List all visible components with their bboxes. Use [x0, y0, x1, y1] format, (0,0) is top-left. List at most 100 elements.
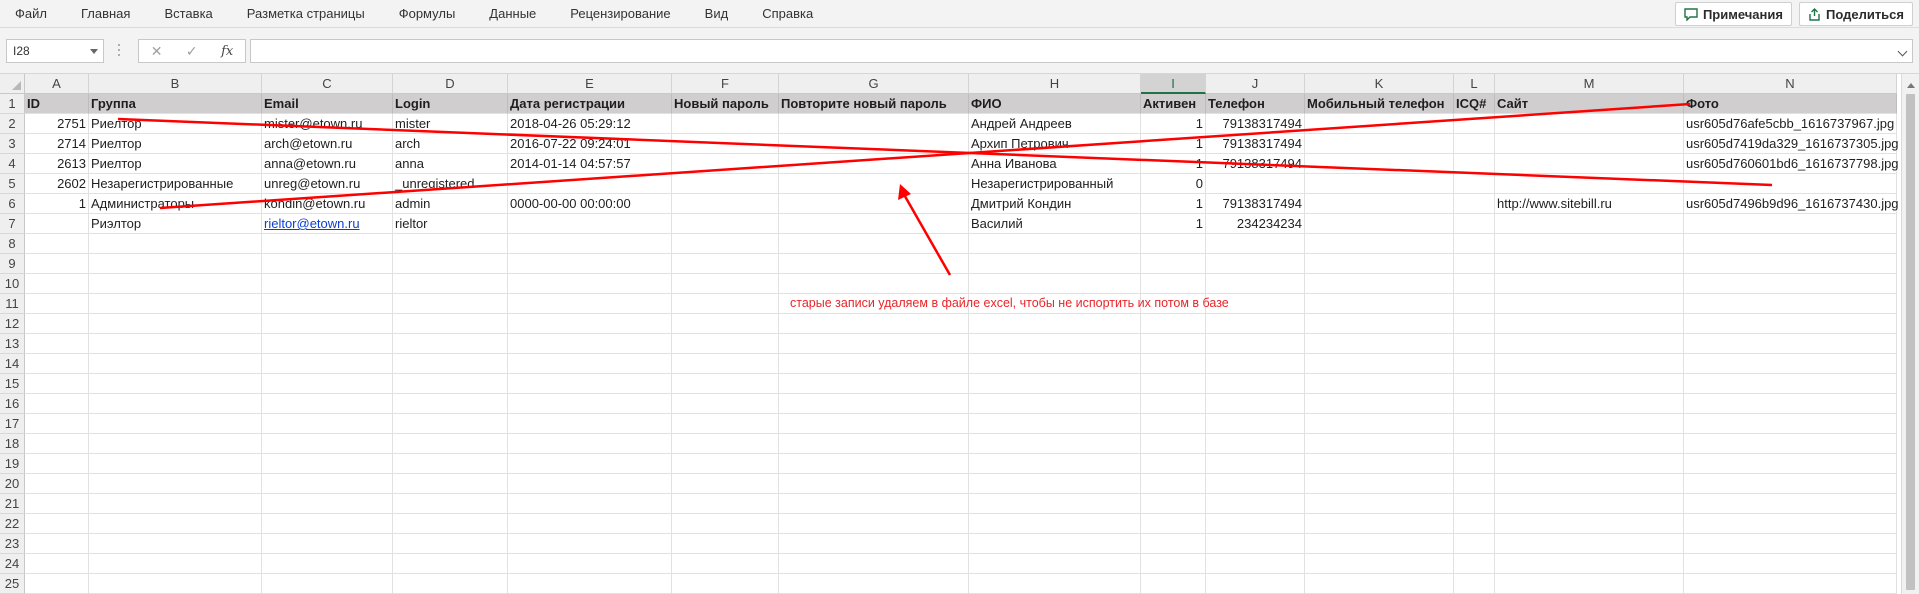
cell-n25[interactable]: [1684, 574, 1897, 594]
cell-d11[interactable]: [393, 294, 508, 314]
cell-c19[interactable]: [262, 454, 393, 474]
row-header-17[interactable]: 17: [0, 414, 25, 434]
cell-b15[interactable]: [89, 374, 262, 394]
cell-h12[interactable]: [969, 314, 1141, 334]
cell-a12[interactable]: [25, 314, 89, 334]
cell-i9[interactable]: [1141, 254, 1206, 274]
row-header-20[interactable]: 20: [0, 474, 25, 494]
cell-a9[interactable]: [25, 254, 89, 274]
cell-g9[interactable]: [779, 254, 969, 274]
cell-f6[interactable]: [672, 194, 779, 214]
cell-f10[interactable]: [672, 274, 779, 294]
cell-d23[interactable]: [393, 534, 508, 554]
cell-l7[interactable]: [1454, 214, 1495, 234]
cell-i23[interactable]: [1141, 534, 1206, 554]
cell-l6[interactable]: [1454, 194, 1495, 214]
cell-n1[interactable]: Фото: [1684, 94, 1897, 114]
cell-g25[interactable]: [779, 574, 969, 594]
tab-data[interactable]: Данные: [489, 6, 536, 21]
cell-c3[interactable]: arch@etown.ru: [262, 134, 393, 154]
cell-h10[interactable]: [969, 274, 1141, 294]
cell-f19[interactable]: [672, 454, 779, 474]
insert-function-icon[interactable]: fx: [221, 44, 233, 59]
expand-formula-icon[interactable]: [1897, 46, 1908, 57]
cell-c10[interactable]: [262, 274, 393, 294]
cell-k8[interactable]: [1305, 234, 1454, 254]
cell-d20[interactable]: [393, 474, 508, 494]
row-header-16[interactable]: 16: [0, 394, 25, 414]
cell-b16[interactable]: [89, 394, 262, 414]
scrollbar-thumb[interactable]: [1906, 94, 1915, 590]
cell-i20[interactable]: [1141, 474, 1206, 494]
cell-h24[interactable]: [969, 554, 1141, 574]
row-header-7[interactable]: 7: [0, 214, 25, 234]
cell-g19[interactable]: [779, 454, 969, 474]
cell-l5[interactable]: [1454, 174, 1495, 194]
cell-l4[interactable]: [1454, 154, 1495, 174]
cell-a14[interactable]: [25, 354, 89, 374]
cell-k19[interactable]: [1305, 454, 1454, 474]
cell-e8[interactable]: [508, 234, 672, 254]
row-header-22[interactable]: 22: [0, 514, 25, 534]
cell-g16[interactable]: [779, 394, 969, 414]
cell-e22[interactable]: [508, 514, 672, 534]
cell-j4[interactable]: 79138317494: [1206, 154, 1305, 174]
cell-l11[interactable]: [1454, 294, 1495, 314]
cell-l1[interactable]: ICQ#: [1454, 94, 1495, 114]
cell-c4[interactable]: anna@etown.ru: [262, 154, 393, 174]
cell-h20[interactable]: [969, 474, 1141, 494]
cell-a25[interactable]: [25, 574, 89, 594]
cell-f4[interactable]: [672, 154, 779, 174]
row-header-18[interactable]: 18: [0, 434, 25, 454]
cell-j14[interactable]: [1206, 354, 1305, 374]
cell-c25[interactable]: [262, 574, 393, 594]
cell-i12[interactable]: [1141, 314, 1206, 334]
cell-h7[interactable]: Василий: [969, 214, 1141, 234]
cell-d16[interactable]: [393, 394, 508, 414]
column-header-e[interactable]: E: [508, 74, 672, 94]
cell-m5[interactable]: [1495, 174, 1684, 194]
cell-l13[interactable]: [1454, 334, 1495, 354]
cell-h15[interactable]: [969, 374, 1141, 394]
cell-m19[interactable]: [1495, 454, 1684, 474]
cell-j13[interactable]: [1206, 334, 1305, 354]
cell-g21[interactable]: [779, 494, 969, 514]
cell-c22[interactable]: [262, 514, 393, 534]
cell-h21[interactable]: [969, 494, 1141, 514]
cell-d7[interactable]: rieltor: [393, 214, 508, 234]
cell-a3[interactable]: 2714: [25, 134, 89, 154]
cell-b20[interactable]: [89, 474, 262, 494]
cell-a15[interactable]: [25, 374, 89, 394]
cell-i1[interactable]: Активен: [1141, 94, 1206, 114]
column-header-i[interactable]: I: [1141, 74, 1206, 94]
cell-e21[interactable]: [508, 494, 672, 514]
cell-b7[interactable]: Риэлтор: [89, 214, 262, 234]
cell-j20[interactable]: [1206, 474, 1305, 494]
row-header-12[interactable]: 12: [0, 314, 25, 334]
cell-a19[interactable]: [25, 454, 89, 474]
cell-f1[interactable]: Новый пароль: [672, 94, 779, 114]
name-box[interactable]: I28: [6, 39, 104, 63]
cell-d22[interactable]: [393, 514, 508, 534]
cell-l12[interactable]: [1454, 314, 1495, 334]
cell-k16[interactable]: [1305, 394, 1454, 414]
cell-e17[interactable]: [508, 414, 672, 434]
cell-d19[interactable]: [393, 454, 508, 474]
cell-n13[interactable]: [1684, 334, 1897, 354]
scroll-up-icon[interactable]: [1907, 83, 1915, 88]
cell-c1[interactable]: Email: [262, 94, 393, 114]
cell-l23[interactable]: [1454, 534, 1495, 554]
cell-c21[interactable]: [262, 494, 393, 514]
cell-a20[interactable]: [25, 474, 89, 494]
cell-b22[interactable]: [89, 514, 262, 534]
column-header-f[interactable]: F: [672, 74, 779, 94]
cell-j10[interactable]: [1206, 274, 1305, 294]
cell-i4[interactable]: 1: [1141, 154, 1206, 174]
cell-c16[interactable]: [262, 394, 393, 414]
cell-d24[interactable]: [393, 554, 508, 574]
cell-a16[interactable]: [25, 394, 89, 414]
cell-l14[interactable]: [1454, 354, 1495, 374]
cell-g23[interactable]: [779, 534, 969, 554]
cell-n17[interactable]: [1684, 414, 1897, 434]
cell-l25[interactable]: [1454, 574, 1495, 594]
